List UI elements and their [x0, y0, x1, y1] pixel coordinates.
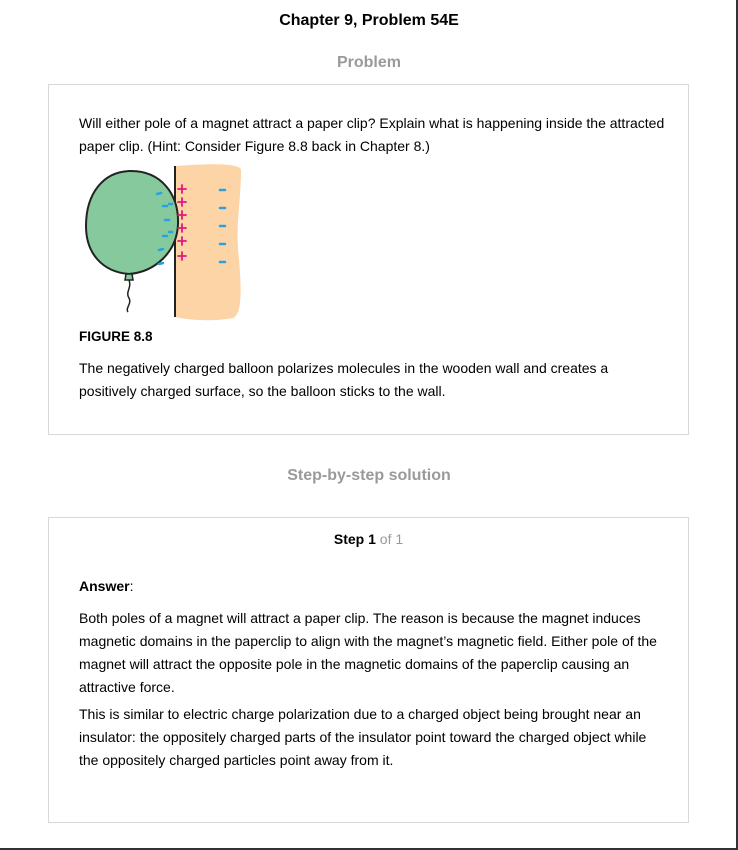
balloon-wall-illustration [84, 164, 241, 321]
balloon [84, 169, 180, 276]
figure-label: FIGURE 8.8 [79, 329, 153, 344]
answer-label: Answer: [79, 578, 133, 594]
step-number: 1 [368, 531, 376, 547]
wooden-wall [175, 164, 241, 321]
problem-heading: Problem [336, 54, 401, 71]
balloon-string [126, 279, 131, 313]
answer-paragraph-1: Both poles of a magnet will attract a pa… [79, 610, 657, 695]
figure-caption: The negatively charged balloon polarizes… [79, 360, 609, 399]
step-label: Step [333, 531, 365, 547]
answer-label-text: Answer [79, 578, 130, 594]
problem-question: Will either pole of a magnet attract a p… [79, 115, 665, 154]
answer-colon: : [129, 578, 134, 594]
solution-heading: Step-by-step solution [287, 467, 451, 484]
step-indicator: Step 1 of 1 [49, 531, 688, 547]
chapter-title: Chapter 9, Problem 54E [279, 12, 459, 29]
problem-card: Will either pole of a magnet attract a p… [48, 84, 689, 435]
figure-balloon-wall [83, 164, 243, 324]
balloon-knot [124, 273, 134, 281]
solution-card: Step 1 of 1 Answer: Both poles of a magn… [48, 517, 689, 823]
answer-paragraph-2: This is similar to electric charge polar… [79, 706, 647, 768]
step-total: of 1 [379, 531, 404, 547]
